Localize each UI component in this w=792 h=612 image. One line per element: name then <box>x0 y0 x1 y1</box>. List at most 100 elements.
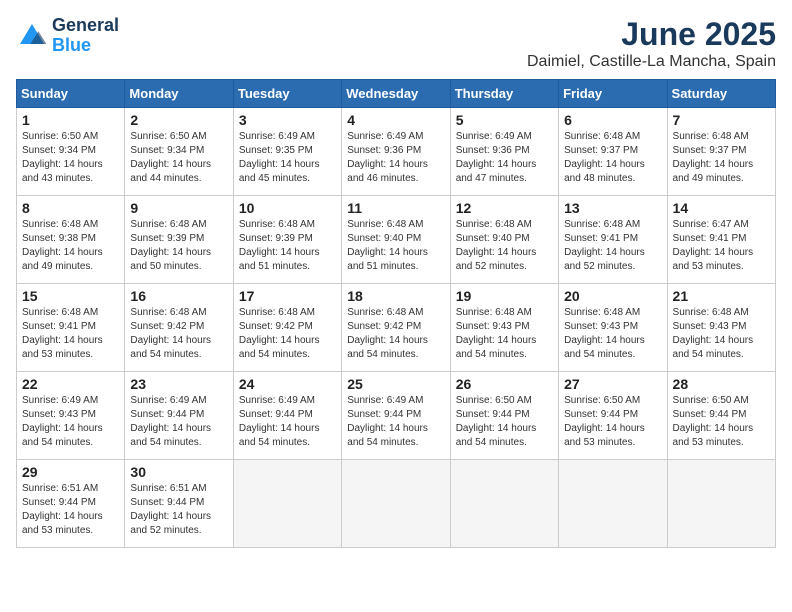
daylight-label: Daylight: 14 hours and 43 minutes. <box>22 158 119 186</box>
week-row-1: 1 Sunrise: 6:50 AM Sunset: 9:34 PM Dayli… <box>17 108 776 196</box>
logo-icon <box>16 20 48 52</box>
sunrise-line: Sunrise: 6:48 AM <box>347 218 444 232</box>
week-row-2: 8 Sunrise: 6:48 AM Sunset: 9:38 PM Dayli… <box>17 196 776 284</box>
sunrise-line: Sunrise: 6:48 AM <box>673 130 770 144</box>
daylight-label: Daylight: 14 hours and 53 minutes. <box>673 246 770 274</box>
sunrise-line: Sunrise: 6:50 AM <box>456 394 553 408</box>
sunset-line: Sunset: 9:43 PM <box>673 320 770 334</box>
daylight-label: Daylight: 14 hours and 53 minutes. <box>22 510 119 538</box>
sunset-line: Sunset: 9:44 PM <box>347 408 444 422</box>
day-cell-3: 3 Sunrise: 6:49 AM Sunset: 9:35 PM Dayli… <box>233 108 341 196</box>
day-number: 24 <box>239 376 336 392</box>
day-number: 19 <box>456 288 553 304</box>
day-cell-30: 30 Sunrise: 6:51 AM Sunset: 9:44 PM Dayl… <box>125 460 233 548</box>
header-thursday: Thursday <box>450 80 558 108</box>
day-number: 8 <box>22 200 119 216</box>
day-cell-13: 13 Sunrise: 6:48 AM Sunset: 9:41 PM Dayl… <box>559 196 667 284</box>
sunrise-line: Sunrise: 6:51 AM <box>130 482 227 496</box>
sunset-line: Sunset: 9:34 PM <box>130 144 227 158</box>
day-cell-19: 19 Sunrise: 6:48 AM Sunset: 9:43 PM Dayl… <box>450 284 558 372</box>
day-number: 17 <box>239 288 336 304</box>
sunrise-line: Sunrise: 6:49 AM <box>22 394 119 408</box>
sunset-line: Sunset: 9:43 PM <box>22 408 119 422</box>
header-tuesday: Tuesday <box>233 80 341 108</box>
day-number: 12 <box>456 200 553 216</box>
sunrise-line: Sunrise: 6:49 AM <box>456 130 553 144</box>
sunset-line: Sunset: 9:44 PM <box>673 408 770 422</box>
sunrise-line: Sunrise: 6:50 AM <box>130 130 227 144</box>
page-header: General Blue June 2025 Daimiel, Castille… <box>16 16 776 71</box>
day-cell-16: 16 Sunrise: 6:48 AM Sunset: 9:42 PM Dayl… <box>125 284 233 372</box>
day-number: 15 <box>22 288 119 304</box>
sunset-line: Sunset: 9:44 PM <box>239 408 336 422</box>
header-wednesday: Wednesday <box>342 80 450 108</box>
location-title: Daimiel, Castille-La Mancha, Spain <box>527 53 776 71</box>
sunrise-line: Sunrise: 6:48 AM <box>347 306 444 320</box>
day-cell-25: 25 Sunrise: 6:49 AM Sunset: 9:44 PM Dayl… <box>342 372 450 460</box>
sunrise-line: Sunrise: 6:48 AM <box>130 306 227 320</box>
sunset-line: Sunset: 9:42 PM <box>130 320 227 334</box>
daylight-label: Daylight: 14 hours and 53 minutes. <box>22 334 119 362</box>
day-number: 29 <box>22 464 119 480</box>
sunrise-line: Sunrise: 6:48 AM <box>22 218 119 232</box>
day-number: 9 <box>130 200 227 216</box>
day-number: 22 <box>22 376 119 392</box>
day-cell-5: 5 Sunrise: 6:49 AM Sunset: 9:36 PM Dayli… <box>450 108 558 196</box>
sunrise-line: Sunrise: 6:50 AM <box>22 130 119 144</box>
sunrise-line: Sunrise: 6:48 AM <box>456 218 553 232</box>
day-cell-24: 24 Sunrise: 6:49 AM Sunset: 9:44 PM Dayl… <box>233 372 341 460</box>
day-number: 4 <box>347 112 444 128</box>
day-cell-2: 2 Sunrise: 6:50 AM Sunset: 9:34 PM Dayli… <box>125 108 233 196</box>
sunset-line: Sunset: 9:37 PM <box>564 144 661 158</box>
sunrise-line: Sunrise: 6:48 AM <box>564 218 661 232</box>
day-cell-6: 6 Sunrise: 6:48 AM Sunset: 9:37 PM Dayli… <box>559 108 667 196</box>
day-cell-28: 28 Sunrise: 6:50 AM Sunset: 9:44 PM Dayl… <box>667 372 775 460</box>
daylight-label: Daylight: 14 hours and 51 minutes. <box>239 246 336 274</box>
day-number: 27 <box>564 376 661 392</box>
day-number: 1 <box>22 112 119 128</box>
sunset-line: Sunset: 9:38 PM <box>22 232 119 246</box>
day-cell-26: 26 Sunrise: 6:50 AM Sunset: 9:44 PM Dayl… <box>450 372 558 460</box>
daylight-label: Daylight: 14 hours and 46 minutes. <box>347 158 444 186</box>
sunset-line: Sunset: 9:44 PM <box>22 496 119 510</box>
sunrise-line: Sunrise: 6:47 AM <box>673 218 770 232</box>
sunrise-line: Sunrise: 6:49 AM <box>239 130 336 144</box>
day-cell-14: 14 Sunrise: 6:47 AM Sunset: 9:41 PM Dayl… <box>667 196 775 284</box>
day-number: 23 <box>130 376 227 392</box>
sunset-line: Sunset: 9:42 PM <box>239 320 336 334</box>
empty-cell <box>667 460 775 548</box>
day-cell-22: 22 Sunrise: 6:49 AM Sunset: 9:43 PM Dayl… <box>17 372 125 460</box>
daylight-label: Daylight: 14 hours and 48 minutes. <box>564 158 661 186</box>
calendar-table: Sunday Monday Tuesday Wednesday Thursday… <box>16 79 776 548</box>
sunrise-line: Sunrise: 6:48 AM <box>130 218 227 232</box>
sunrise-line: Sunrise: 6:49 AM <box>239 394 336 408</box>
daylight-label: Daylight: 14 hours and 52 minutes. <box>564 246 661 274</box>
sunset-line: Sunset: 9:37 PM <box>673 144 770 158</box>
sunset-line: Sunset: 9:36 PM <box>347 144 444 158</box>
week-row-3: 15 Sunrise: 6:48 AM Sunset: 9:41 PM Dayl… <box>17 284 776 372</box>
sunrise-line: Sunrise: 6:48 AM <box>239 218 336 232</box>
daylight-label: Daylight: 14 hours and 50 minutes. <box>130 246 227 274</box>
daylight-label: Daylight: 14 hours and 54 minutes. <box>130 422 227 450</box>
day-number: 14 <box>673 200 770 216</box>
day-cell-21: 21 Sunrise: 6:48 AM Sunset: 9:43 PM Dayl… <box>667 284 775 372</box>
sunrise-line: Sunrise: 6:48 AM <box>673 306 770 320</box>
logo-text: General Blue <box>52 16 119 56</box>
title-area: June 2025 Daimiel, Castille-La Mancha, S… <box>527 16 776 71</box>
daylight-label: Daylight: 14 hours and 52 minutes. <box>130 510 227 538</box>
sunrise-line: Sunrise: 6:49 AM <box>130 394 227 408</box>
sunset-line: Sunset: 9:41 PM <box>673 232 770 246</box>
daylight-label: Daylight: 14 hours and 54 minutes. <box>239 422 336 450</box>
sunset-line: Sunset: 9:40 PM <box>456 232 553 246</box>
sunrise-line: Sunrise: 6:50 AM <box>564 394 661 408</box>
logo: General Blue <box>16 16 119 56</box>
day-number: 21 <box>673 288 770 304</box>
day-cell-18: 18 Sunrise: 6:48 AM Sunset: 9:42 PM Dayl… <box>342 284 450 372</box>
sunset-line: Sunset: 9:39 PM <box>239 232 336 246</box>
sunset-line: Sunset: 9:44 PM <box>130 408 227 422</box>
sunset-line: Sunset: 9:41 PM <box>22 320 119 334</box>
day-cell-15: 15 Sunrise: 6:48 AM Sunset: 9:41 PM Dayl… <box>17 284 125 372</box>
sunrise-line: Sunrise: 6:48 AM <box>564 306 661 320</box>
sunrise-line: Sunrise: 6:48 AM <box>239 306 336 320</box>
daylight-label: Daylight: 14 hours and 54 minutes. <box>239 334 336 362</box>
